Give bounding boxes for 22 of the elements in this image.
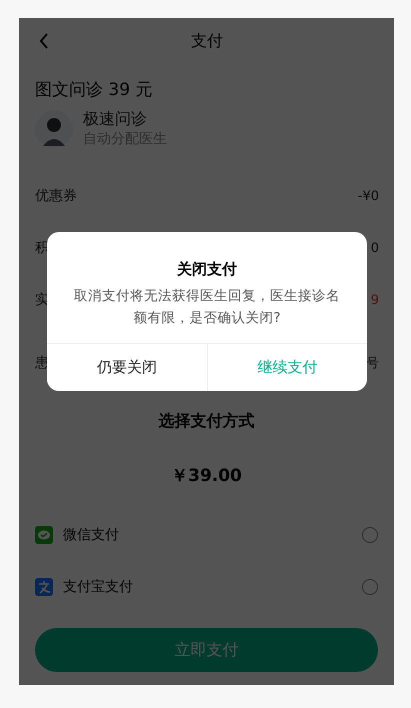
service-title: 图文问诊 39 元 <box>35 79 154 101</box>
row-value: 0 <box>370 240 379 256</box>
row-value: 号 <box>366 355 379 372</box>
payment-method-label: 微信支付 <box>63 526 120 544</box>
row-value: -¥0 <box>358 188 379 204</box>
payment-logo-icon <box>35 578 53 596</box>
dialog-title: 关闭支付 <box>176 260 238 279</box>
sheet-title: 选择支付方式 <box>158 411 256 432</box>
row-label: 患 <box>35 354 49 372</box>
row-label: 优惠券 <box>35 187 77 205</box>
continue-button[interactable]: 继续支付 <box>206 344 367 391</box>
row-value: 9 <box>370 292 379 308</box>
dialog-message: 取消支付将无法获得医生回复，医生接诊名额有限，是否确认关闭? <box>73 287 341 328</box>
payment-method-label: 支付宝支付 <box>63 578 134 596</box>
price-amount: ￥39.00 <box>170 465 243 487</box>
back-icon[interactable] <box>39 33 49 49</box>
service-name: 极速问诊 <box>83 109 148 130</box>
page-title: 支付 <box>191 30 223 52</box>
radio-button[interactable] <box>362 579 378 595</box>
chat-bubble-icon <box>35 526 53 544</box>
radio-button[interactable] <box>362 527 378 543</box>
pay-button[interactable]: 立即支付 <box>35 628 378 672</box>
